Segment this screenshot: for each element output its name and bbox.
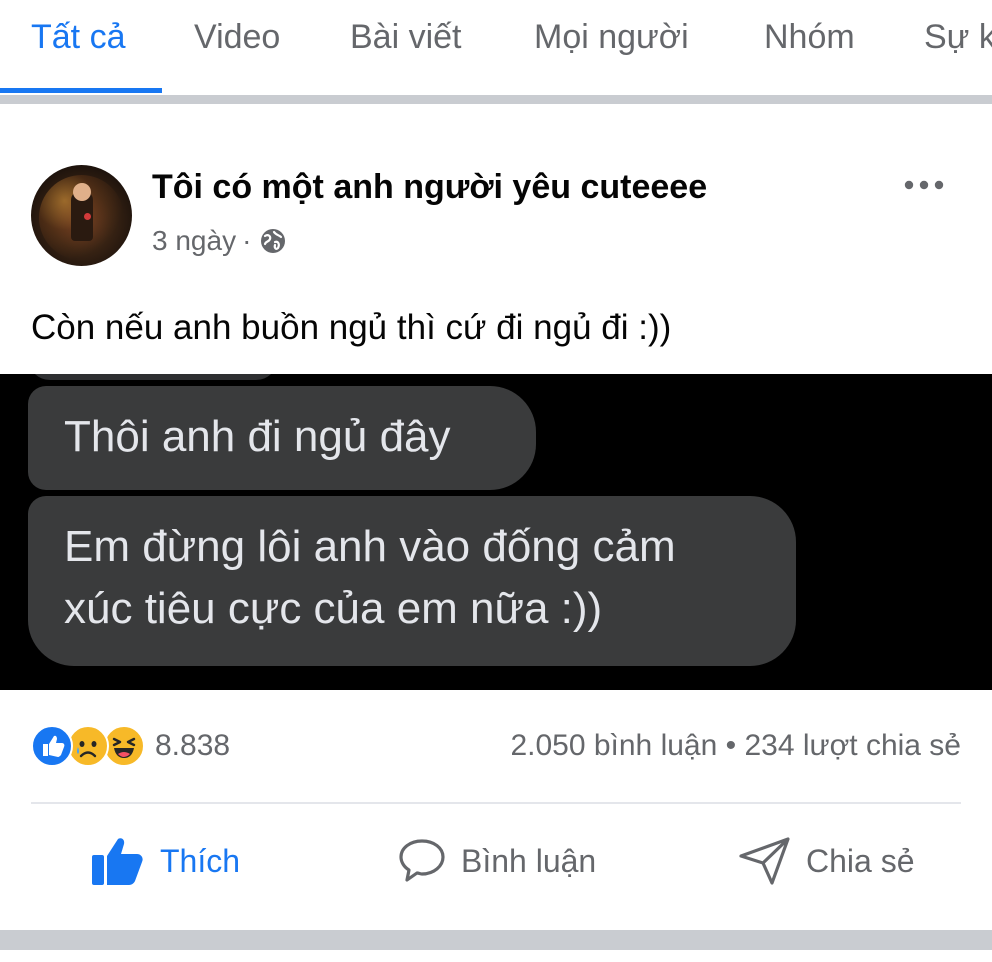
- reaction-count: 8.838: [155, 729, 231, 762]
- thumbs-up-icon: [92, 838, 143, 885]
- post-meta: 3 ngày ·: [152, 225, 287, 257]
- comment-share-stats[interactable]: 2.050 bình luận • 234 lượt chia sẻ: [510, 729, 961, 763]
- previous-message-bubble: [28, 374, 278, 380]
- tab-posts[interactable]: Bài viết: [350, 18, 462, 57]
- avatar-rose: [84, 213, 91, 220]
- chat-message-text: Em đừng lôi anh vào đống cảm: [64, 522, 676, 571]
- chat-message-text: Thôi anh đi ngủ đây: [64, 412, 451, 461]
- tab-all[interactable]: Tất cả: [31, 18, 125, 57]
- post-caption: Còn nếu anh buồn ngủ thì cứ đi ngủ đi :)…: [31, 308, 672, 347]
- chat-bubble: Thôi anh đi ngủ đây: [28, 386, 536, 490]
- post-image[interactable]: Thôi anh đi ngủ đây Em đừng lôi anh vào …: [0, 374, 992, 690]
- like-button[interactable]: Thích: [90, 832, 240, 890]
- share-button[interactable]: Chia sẻ: [738, 832, 915, 890]
- post-time[interactable]: 3 ngày: [152, 225, 236, 257]
- tab-events[interactable]: Sự k: [924, 18, 992, 57]
- haha-reaction-icon: [103, 725, 145, 767]
- tab-people[interactable]: Mọi người: [534, 18, 689, 57]
- actions-divider: [31, 802, 961, 804]
- comment-label: Bình luận: [461, 842, 597, 879]
- reaction-summary[interactable]: 8.838: [31, 723, 230, 769]
- meta-separator: ·: [242, 225, 252, 256]
- tab-video[interactable]: Video: [194, 18, 280, 57]
- post-author[interactable]: Tôi có một anh người yêu cuteeee: [152, 168, 707, 207]
- section-divider: [0, 930, 992, 950]
- search-filter-tabs: Tất cả Video Bài viết Mọi người Nhóm Sự …: [0, 0, 992, 95]
- sad-reaction-icon: [67, 725, 109, 767]
- more-horizontal-icon[interactable]: [898, 170, 950, 200]
- active-tab-indicator: [0, 88, 162, 93]
- share-icon: [739, 837, 790, 885]
- globe-icon: [259, 227, 287, 255]
- comment-button[interactable]: Bình luận: [397, 832, 596, 890]
- share-label: Chia sẻ: [806, 842, 915, 879]
- like-label: Thích: [160, 842, 241, 879]
- tab-groups[interactable]: Nhóm: [764, 18, 855, 57]
- comment-icon: [399, 839, 445, 882]
- avatar-figure-head: [73, 183, 91, 201]
- chat-bubble: Em đừng lôi anh vào đống cảm xúc tiêu cự…: [28, 496, 796, 666]
- section-divider: [0, 95, 992, 104]
- chat-message-text: xúc tiêu cực của em nữa :)): [64, 584, 603, 633]
- author-avatar[interactable]: [31, 165, 132, 266]
- like-reaction-icon: [31, 725, 73, 767]
